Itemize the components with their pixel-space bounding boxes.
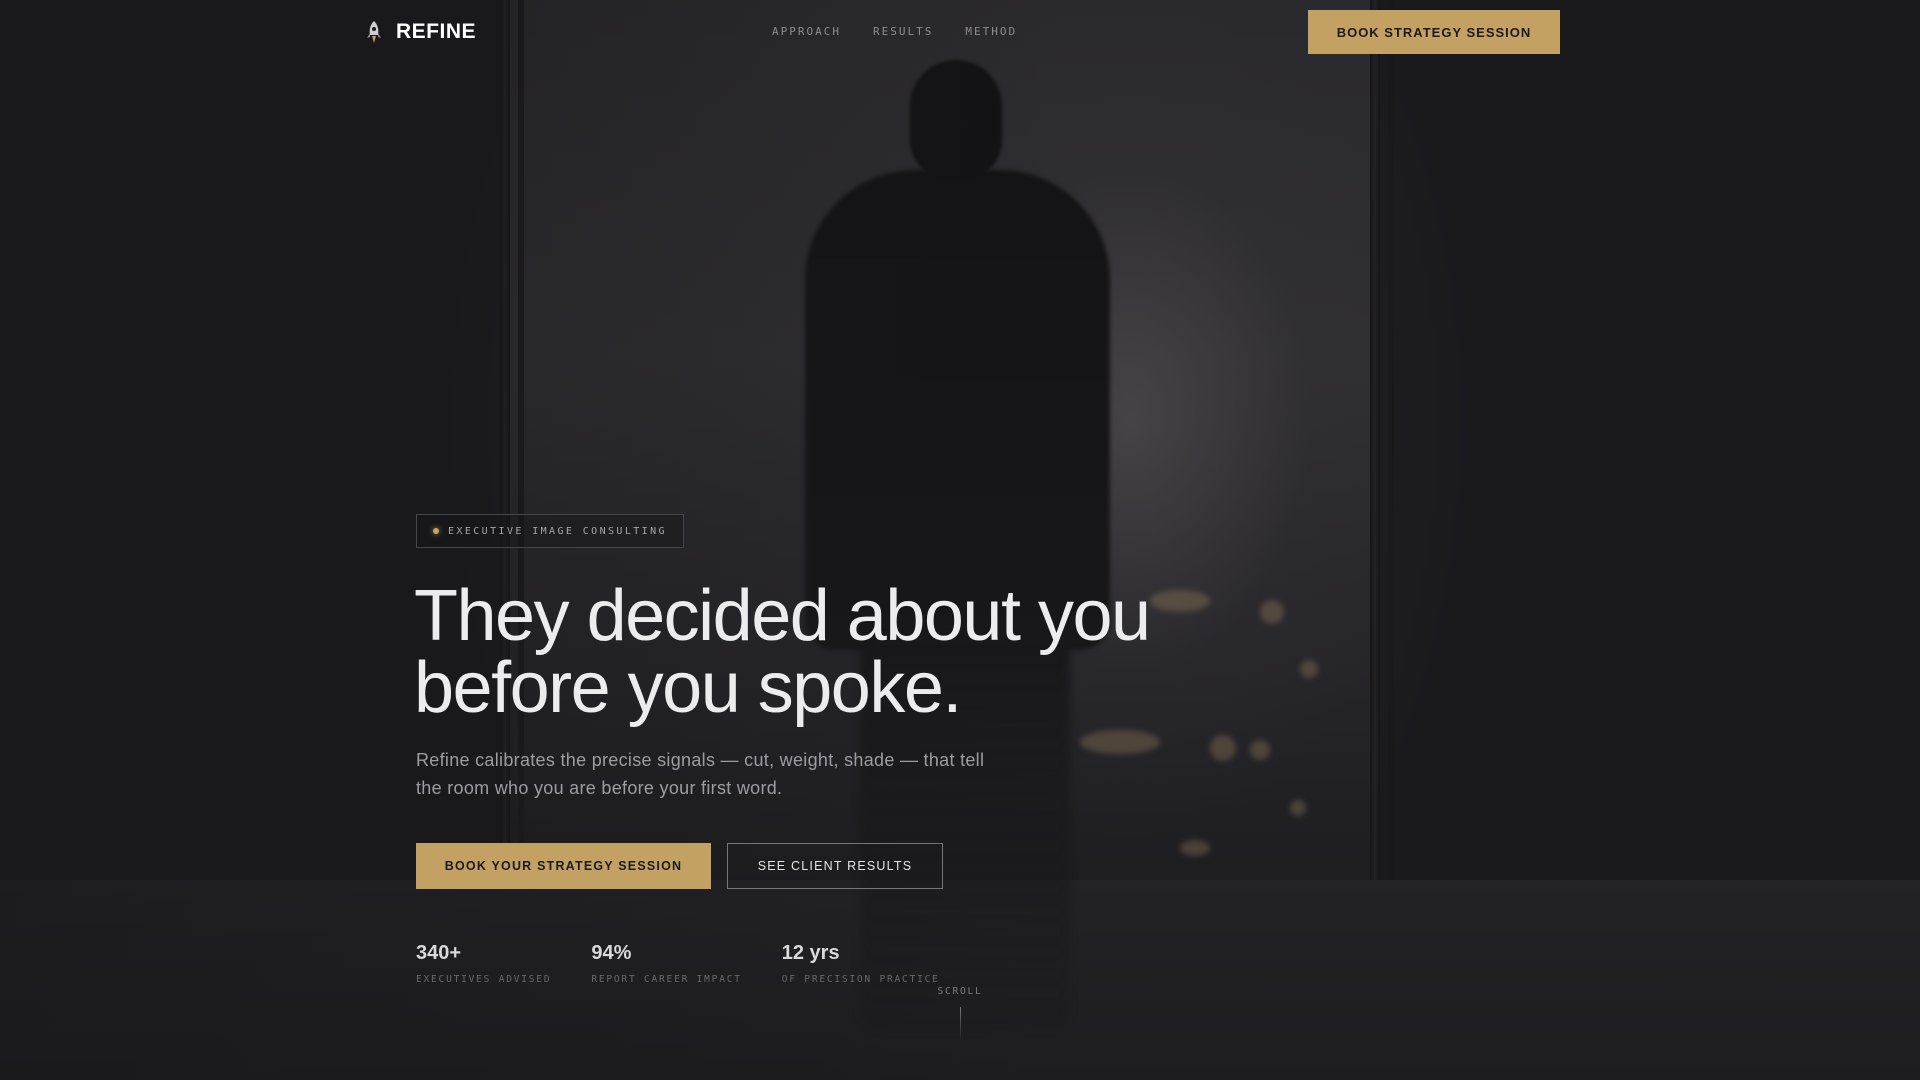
headline-line-1: They decided about you <box>414 576 1151 656</box>
stats-row: 340+ EXECUTIVES ADVISED 94% REPORT CAREE… <box>416 942 940 985</box>
stat-value: 94% <box>591 942 632 964</box>
see-client-results-button[interactable]: SEE CLIENT RESULTS <box>727 843 943 889</box>
status-dot-icon <box>433 528 439 534</box>
hero-section: REFINE APPROACH RESULTS METHOD BOOK STRA… <box>0 0 1920 1080</box>
hero-subcopy: Refine calibrates the precise signals — … <box>416 750 985 798</box>
scroll-indicator[interactable]: SCROLL <box>920 986 1000 1041</box>
book-strategy-session-button[interactable]: BOOK STRATEGY SESSION <box>1308 10 1560 54</box>
top-navigation: REFINE APPROACH RESULTS METHOD BOOK STRA… <box>0 0 1920 64</box>
stat-value: 12 yrs <box>781 942 840 964</box>
book-your-strategy-session-button[interactable]: BOOK YOUR STRATEGY SESSION <box>416 843 711 889</box>
stat-value: 340+ <box>416 942 462 964</box>
nav-link-results[interactable]: RESULTS <box>873 25 933 38</box>
stat-experience: 12 yrs OF PRECISION PRACTICE <box>782 942 940 985</box>
nav-link-approach[interactable]: APPROACH <box>772 25 841 38</box>
stat-label: OF PRECISION PRACTICE <box>781 974 940 985</box>
left-shade-overlay <box>0 0 1920 1080</box>
eyebrow-badge: EXECUTIVE IMAGE CONSULTING <box>416 514 684 548</box>
brand-name: REFINE <box>396 20 477 43</box>
hero-headline: They decided about you before you spoke. <box>414 580 1314 724</box>
stat-label: REPORT CAREER IMPACT <box>591 974 742 985</box>
scroll-line-icon <box>959 1007 961 1041</box>
stat-label: EXECUTIVES ADVISED <box>416 974 552 985</box>
headline-line-2: before you spoke. <box>414 648 962 728</box>
stat-executives: 340+ EXECUTIVES ADVISED <box>416 942 551 985</box>
scroll-label: SCROLL <box>937 986 983 997</box>
rocket-icon <box>367 21 381 43</box>
eyebrow-text: EXECUTIVE IMAGE CONSULTING <box>448 525 667 537</box>
nav-link-method[interactable]: METHOD <box>965 25 1017 38</box>
main-nav: APPROACH RESULTS METHOD <box>772 25 1017 38</box>
brand-logo[interactable]: REFINE <box>364 18 476 46</box>
stat-impact: 94% REPORT CAREER IMPACT <box>591 942 741 985</box>
